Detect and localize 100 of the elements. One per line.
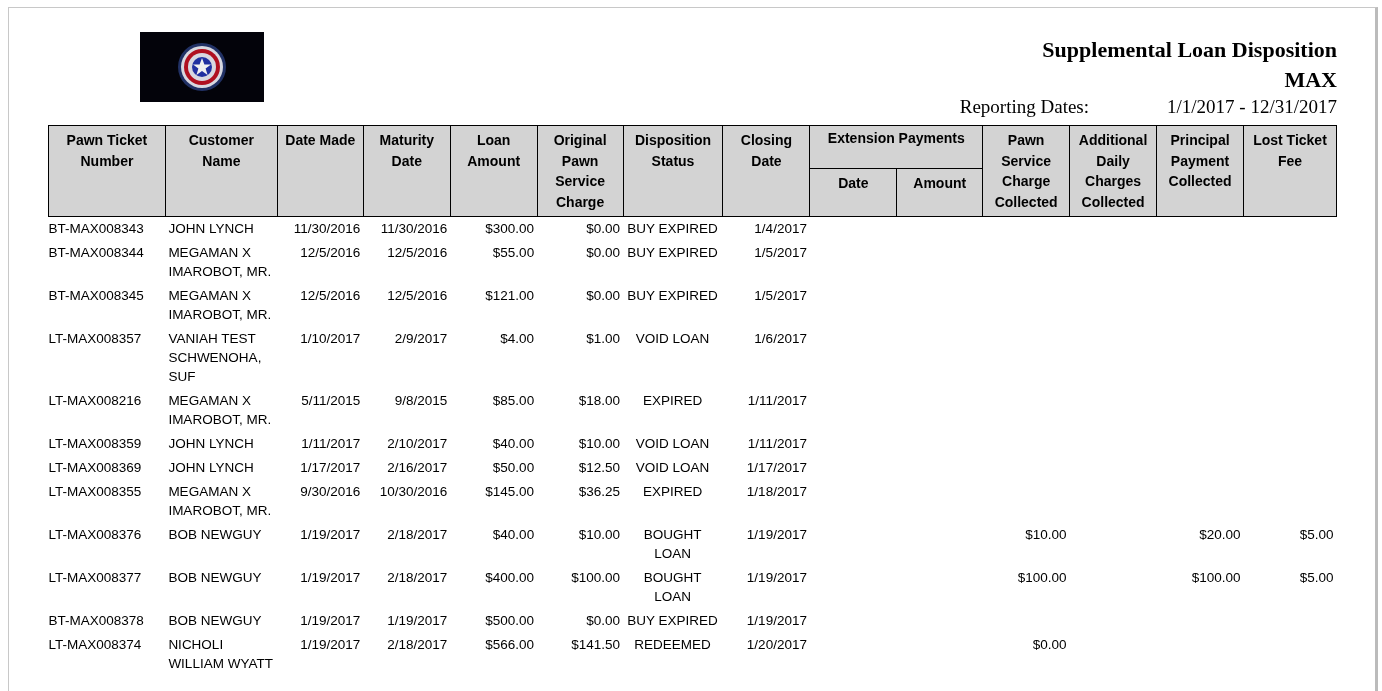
table-cell-text: $0.00	[1031, 636, 1068, 654]
table-cell-text: 2/16/2017	[386, 459, 449, 477]
column-header: Original Pawn Service Charge	[537, 125, 624, 217]
table-cell-text: 1/6/2017	[753, 330, 808, 348]
table-cell-text: 12/5/2016	[299, 244, 362, 262]
table-cell-text: $121.00	[484, 287, 536, 305]
table-cell-text: $141.50	[570, 636, 622, 654]
column-header: Additional Daily Charges Collected	[1069, 125, 1157, 217]
table-cell-text: MEGAMAN X IMAROBOT, MR.	[167, 483, 273, 520]
table-cell-text: MEGAMAN X IMAROBOT, MR.	[167, 244, 273, 281]
table-cell-text: $20.00	[1198, 526, 1242, 544]
table-cell-text: LT-MAX008374	[48, 636, 143, 654]
table-cell-text: BOB NEWGUY	[167, 526, 263, 544]
table-cell-text: $500.00	[484, 612, 536, 630]
table-cell-text: 10/30/2016	[378, 483, 449, 501]
table-cell-text: EXPIRED	[641, 392, 704, 410]
column-header: Pawn Service Charge Collected	[982, 125, 1070, 217]
table-cell-text: MEGAMAN X IMAROBOT, MR.	[167, 392, 273, 429]
column-group-header: Extension Payments	[809, 125, 983, 169]
table-cell-text: BT-MAX008344	[48, 244, 145, 262]
table-cell-text: $40.00	[491, 435, 536, 453]
table-cell-text: 2/9/2017	[393, 330, 449, 348]
table-cell-text: LT-MAX008355	[48, 483, 143, 501]
table-cell-text: 9/30/2016	[299, 483, 362, 501]
table-cell-text: $100.00	[1190, 569, 1242, 587]
table-cell-text: $55.00	[491, 244, 536, 262]
column-header: Maturity Date	[363, 125, 451, 217]
column-header: Date Made	[277, 125, 364, 217]
table-cell-text: 9/8/2015	[393, 392, 449, 410]
table-cell-text: $5.00	[1298, 569, 1335, 587]
table-cell-text: 5/11/2015	[300, 392, 362, 410]
column-header: Disposition Status	[623, 125, 723, 217]
table-cell-text: 2/18/2017	[386, 636, 449, 654]
table-cell-text: 1/19/2017	[299, 526, 362, 544]
table-cell-text: NICHOLI WILLIAM WYATT	[167, 636, 274, 673]
table-cell-text: 1/19/2017	[299, 569, 362, 587]
table-cell-text: REDEEMED	[633, 636, 712, 654]
table-cell-text: 1/11/2017	[746, 392, 808, 410]
column-header: Customer Name	[165, 125, 278, 217]
table-cell-text: BT-MAX008378	[48, 612, 145, 630]
table-cell-text: 2/10/2017	[386, 435, 449, 453]
column-header: Lost Ticket Fee	[1243, 125, 1337, 217]
table-cell-text: $145.00	[484, 483, 536, 501]
table-cell-text: $85.00	[491, 392, 536, 410]
table-cell-text: VOID LOAN	[634, 330, 711, 348]
table-cell-text: 1/17/2017	[299, 459, 362, 477]
table-cell-text: BUY EXPIRED	[626, 287, 719, 305]
table-cell-text: 2/18/2017	[386, 569, 449, 587]
table-cell-text: $18.00	[577, 392, 622, 410]
table-cell-text: BUY EXPIRED	[626, 612, 719, 630]
table-cell-text: $10.00	[577, 526, 622, 544]
table-cell: $0.00	[537, 216, 624, 241]
table-cell: 11/30/2016	[363, 216, 451, 241]
table-cell-text: 12/5/2016	[386, 287, 449, 305]
table-cell-text: 1/5/2017	[753, 244, 808, 262]
table-cell: BUY EXPIRED	[623, 216, 723, 241]
table-cell-text: BOB NEWGUY	[167, 612, 263, 630]
table-cell-text: $4.00	[499, 330, 536, 348]
table-cell-text: BOUGHT LOAN	[642, 526, 703, 563]
table-cell-text: $0.00	[585, 287, 622, 305]
table-cell-text: JOHN LYNCH	[167, 459, 255, 477]
table-cell-text: 1/19/2017	[386, 612, 449, 630]
table-cell-text: $0.00	[585, 244, 622, 262]
table-cell-text: $12.50	[577, 459, 622, 477]
table-cell-text: BOUGHT LOAN	[642, 569, 703, 606]
store-name: MAX	[1284, 66, 1337, 94]
table-cell-text: 1/11/2017	[300, 435, 362, 453]
table-cell-text: 2/18/2017	[386, 526, 449, 544]
table-cell-text: 1/19/2017	[745, 569, 808, 587]
table-cell-text: 1/19/2017	[299, 636, 362, 654]
table-cell: 11/30/2016	[277, 216, 364, 241]
table-cell-text: $10.00	[1024, 526, 1068, 544]
table-cell-text: $0.00	[585, 612, 622, 630]
table-cell-text: LT-MAX008377	[48, 569, 143, 587]
table-cell-text: $10.00	[577, 435, 622, 453]
table-cell-text: $50.00	[491, 459, 536, 477]
reporting-dates-label: Reporting Dates:	[959, 95, 1090, 119]
report-title: Supplemental Loan Disposition	[1042, 36, 1337, 64]
table-cell-text: BOB NEWGUY	[167, 569, 263, 587]
table-cell-text: JOHN LYNCH	[167, 435, 255, 453]
column-header: Pawn Ticket Number	[48, 125, 166, 217]
column-header: Amount	[896, 168, 983, 217]
table-cell-text: $566.00	[484, 636, 536, 654]
table-cell-text: 1/19/2017	[299, 612, 362, 630]
table-cell-text: $5.00	[1298, 526, 1335, 544]
table-cell-text: VOID LOAN	[634, 459, 711, 477]
table-cell-text: LT-MAX008216	[48, 392, 143, 410]
table-cell-text: LT-MAX008376	[48, 526, 143, 544]
table-cell-text: MEGAMAN X IMAROBOT, MR.	[167, 287, 273, 324]
table-cell-text: $36.25	[577, 483, 622, 501]
table-cell-text: 1/10/2017	[299, 330, 362, 348]
table-cell-text: 1/19/2017	[745, 612, 808, 630]
table-cell-text: $40.00	[491, 526, 536, 544]
column-header: Principal Payment Collected	[1156, 125, 1244, 217]
table-cell-text: BT-MAX008345	[48, 287, 145, 305]
table-cell-text: $400.00	[484, 569, 536, 587]
table-cell-text: 1/17/2017	[745, 459, 808, 477]
column-header: Loan Amount	[450, 125, 538, 217]
table-cell: 1/4/2017	[723, 216, 810, 241]
table-cell-text: VANIAH TEST SCHWENOHA, SUF	[167, 330, 263, 386]
